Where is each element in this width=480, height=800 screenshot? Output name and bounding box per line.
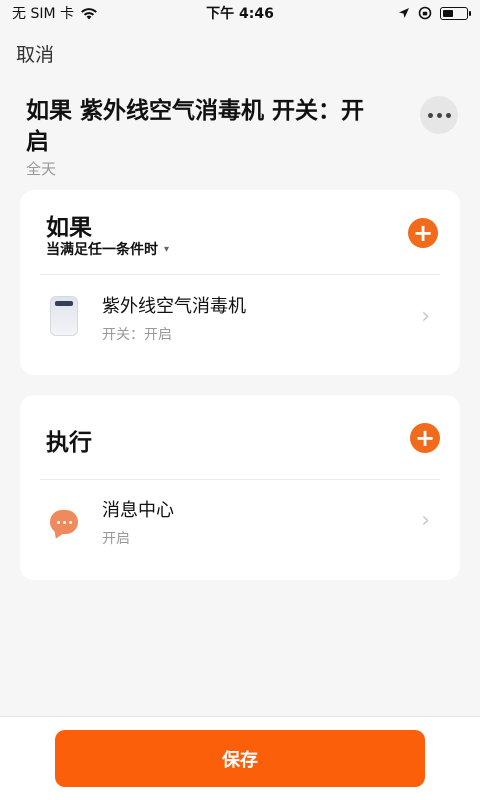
condition-device-name: 紫外线空气消毒机 xyxy=(102,296,246,317)
action-name: 消息中心 xyxy=(102,500,174,521)
battery-icon xyxy=(440,6,471,20)
save-button[interactable]: 保存 xyxy=(55,730,425,787)
chevron-right-icon: › xyxy=(421,304,430,329)
divider xyxy=(40,479,440,480)
status-left: 无 SIM 卡 xyxy=(12,3,98,23)
chevron-down-icon: ▾ xyxy=(164,243,170,255)
message-icon xyxy=(50,510,78,534)
add-action-button[interactable]: + xyxy=(410,423,440,453)
action-state: 开启 xyxy=(102,531,130,547)
carrier-label: 无 SIM 卡 xyxy=(12,6,74,22)
chevron-right-icon: › xyxy=(421,508,430,533)
condition-device-state: 开关：开启 xyxy=(102,327,172,343)
do-heading: 执行 xyxy=(46,430,92,456)
more-icon-dot xyxy=(427,112,433,118)
condition-mode-dropdown[interactable]: 当满足任一条件时 ▾ xyxy=(46,239,169,259)
condition-mode-label: 当满足任一条件时 xyxy=(46,242,158,258)
bottom-bar: 保存 xyxy=(0,716,480,800)
divider xyxy=(40,274,440,275)
if-section-card: 如果 当满足任一条件时 ▾ + 紫外线空气消毒机 开关：开启 › xyxy=(20,190,460,375)
air-purifier-icon xyxy=(50,296,78,336)
more-icon-dot xyxy=(436,112,442,118)
do-section-card: 执行 + 消息中心 开启 › xyxy=(20,395,460,580)
status-bar: 无 SIM 卡 下午 4:46 xyxy=(0,0,480,26)
cancel-button[interactable]: 取消 xyxy=(16,40,54,67)
location-icon xyxy=(399,8,409,18)
more-options-button[interactable] xyxy=(420,96,458,134)
orientation-lock-icon xyxy=(418,6,432,20)
if-heading: 如果 xyxy=(46,215,92,241)
wifi-icon xyxy=(81,7,97,19)
schedule-label[interactable]: 全天 xyxy=(26,158,56,179)
page-title: 如果 紫外线空气消毒机 开关：开启 xyxy=(26,98,365,155)
more-icon-dot xyxy=(445,112,451,118)
add-condition-button[interactable]: + xyxy=(408,218,438,248)
status-right xyxy=(398,6,471,20)
